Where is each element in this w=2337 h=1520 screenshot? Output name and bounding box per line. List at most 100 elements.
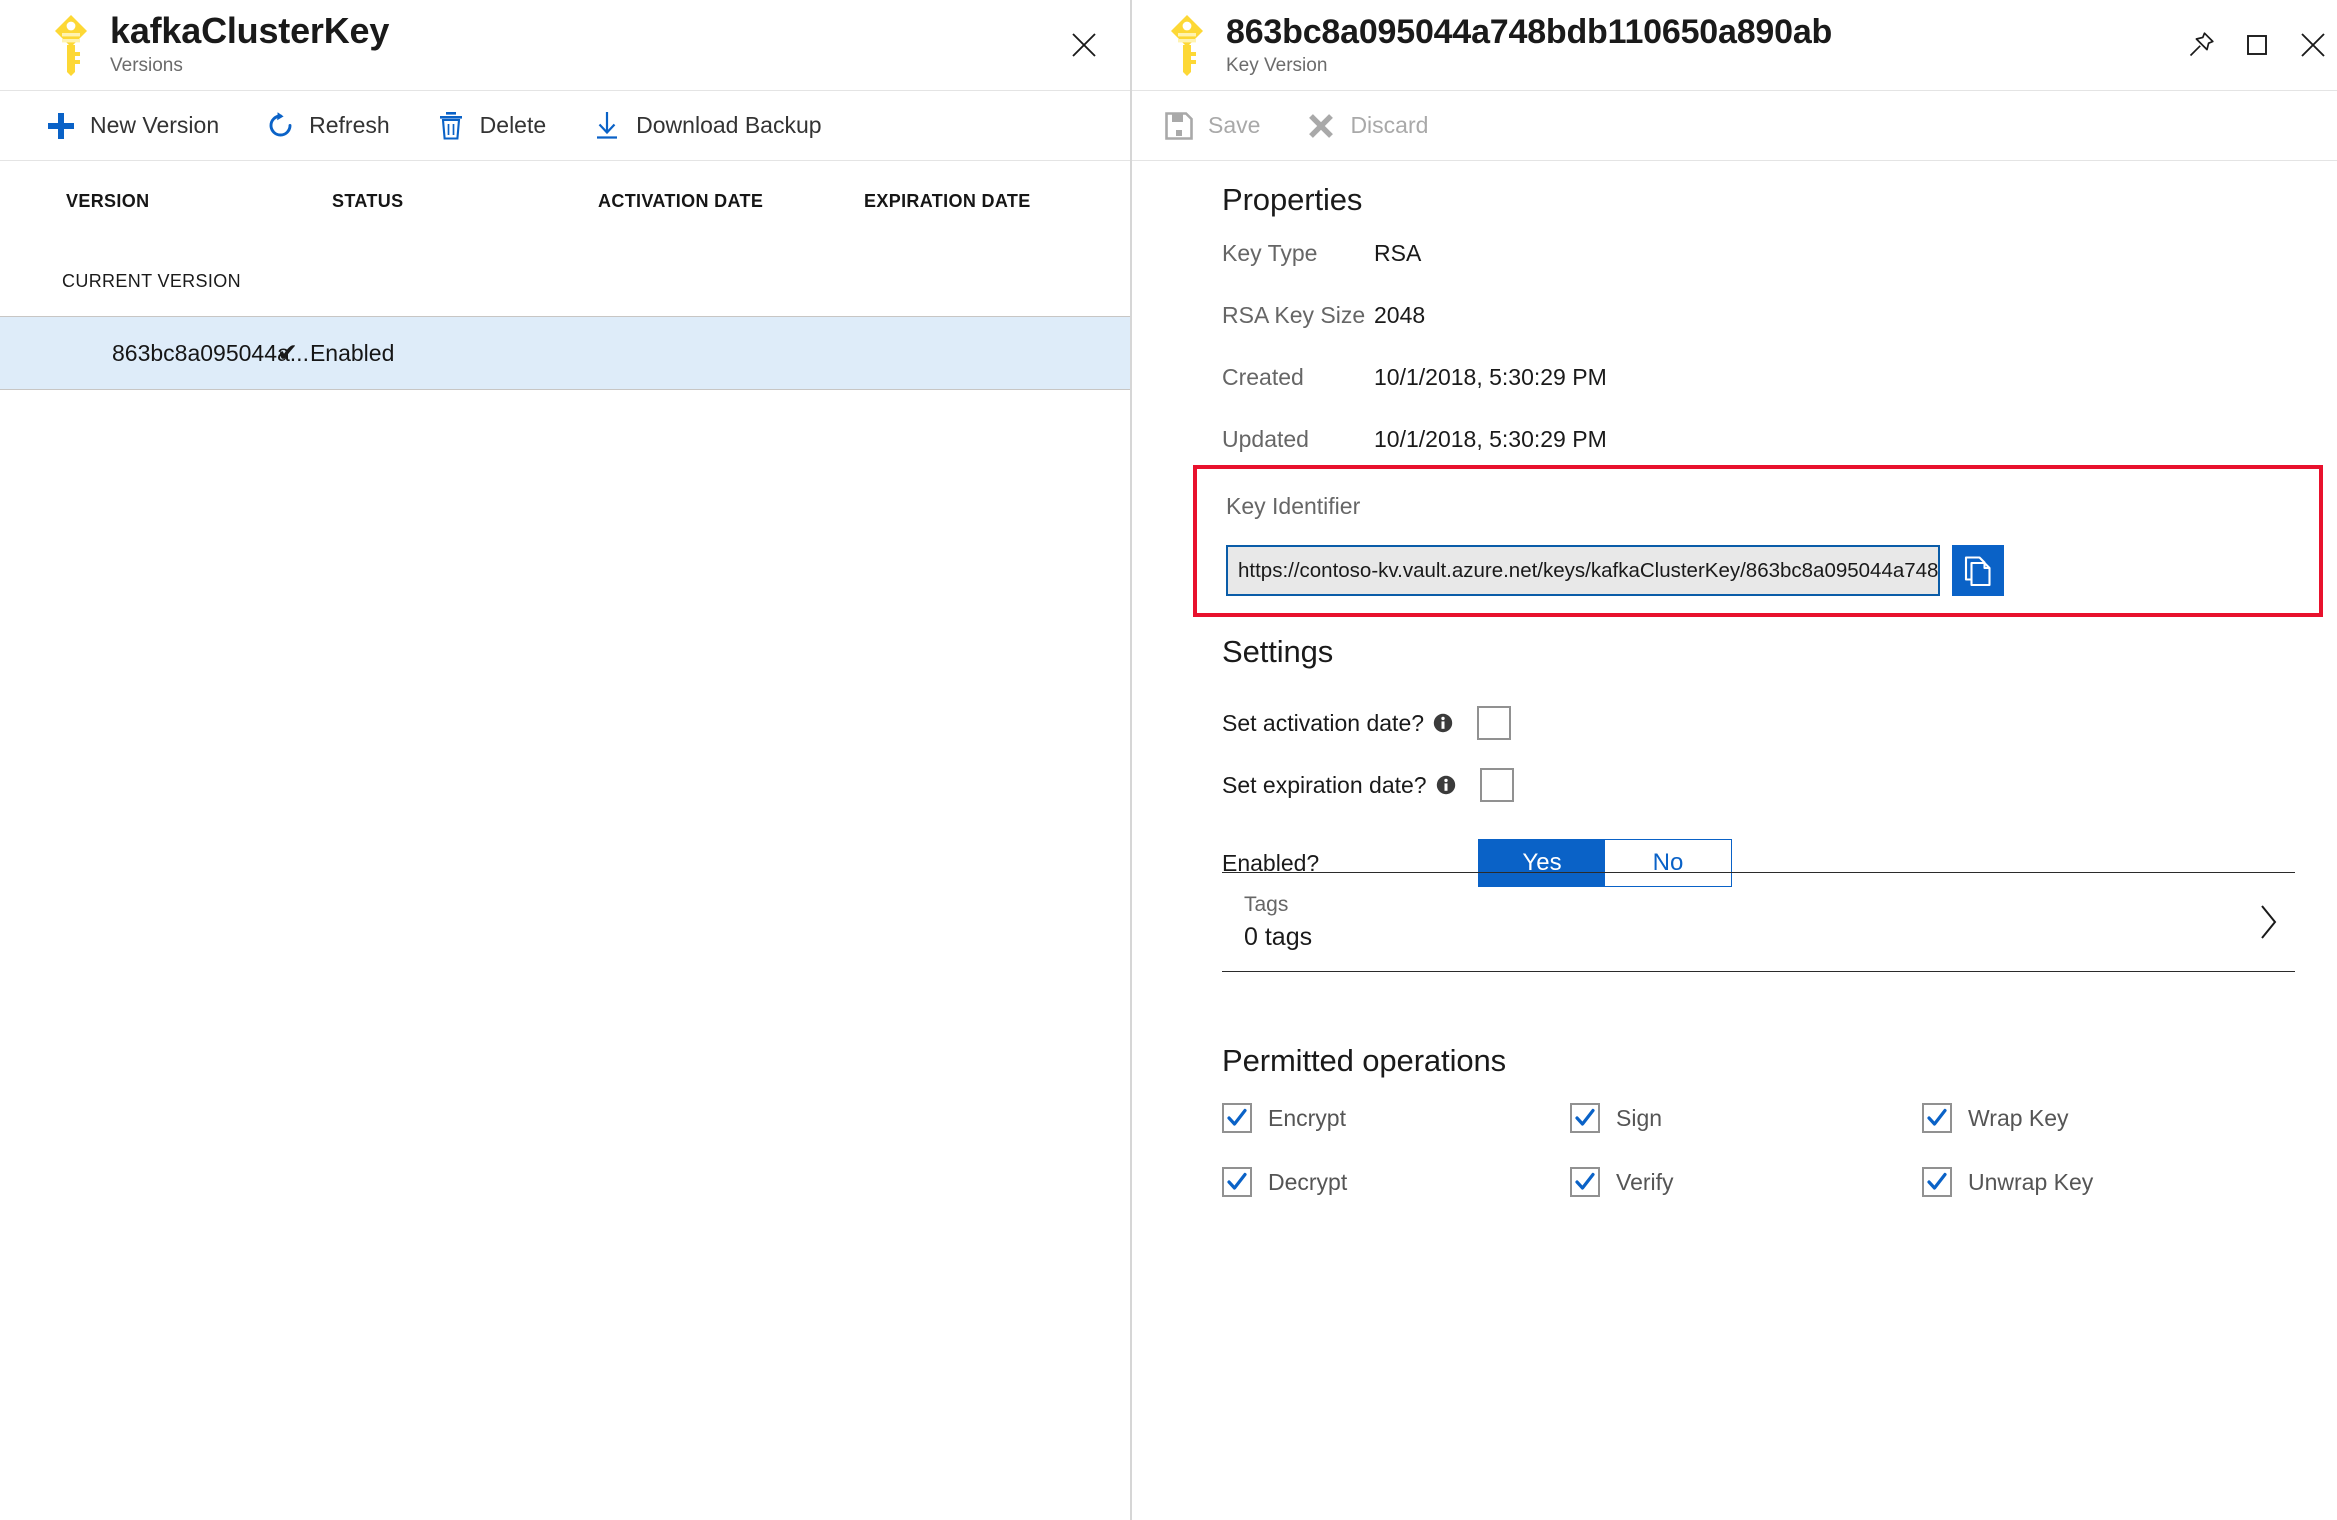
- table-row-status: ✔ Enabled: [277, 340, 394, 367]
- table-row-status-label: Enabled: [309, 339, 395, 366]
- permitted-operation-label: Wrap Key: [1968, 1104, 2069, 1131]
- pin-button[interactable]: [2178, 22, 2224, 68]
- table-row[interactable]: 863bc8a095044a... ✔ Enabled: [0, 316, 1130, 390]
- checkbox-checked-icon[interactable]: [1222, 1167, 1252, 1197]
- discard-icon: [1304, 112, 1338, 140]
- permitted-operation-sign[interactable]: Sign: [1570, 1103, 1922, 1133]
- permitted-operation-unwrap-key[interactable]: Unwrap Key: [1922, 1167, 2093, 1197]
- pin-icon: [2189, 32, 2214, 57]
- permitted-operation-label: Unwrap Key: [1968, 1168, 2094, 1195]
- trash-icon: [434, 111, 468, 140]
- property-value: 10/1/2018, 5:30:29 PM: [1374, 364, 1607, 390]
- save-button[interactable]: Save: [1162, 91, 1282, 160]
- delete-button[interactable]: Delete: [434, 91, 568, 160]
- checkbox-checked-icon[interactable]: [1570, 1167, 1600, 1197]
- versions-blade-header: kafkaClusterKey Versions: [0, 0, 1130, 91]
- copy-key-identifier-button[interactable]: [1952, 545, 2004, 596]
- download-backup-button[interactable]: Download Backup: [590, 91, 843, 160]
- delete-label: Delete: [479, 112, 547, 138]
- permitted-operation-label: Decrypt: [1268, 1168, 1348, 1195]
- setting-checkbox-activation-date[interactable]: [1477, 706, 1512, 740]
- info-icon[interactable]: [1436, 775, 1456, 795]
- property-label: RSA Key Size: [1222, 302, 1366, 328]
- tags-section[interactable]: Tags 0 tags: [1222, 872, 2295, 972]
- setting-label: Set expiration date?: [1222, 771, 1427, 798]
- chevron-right-icon[interactable]: [2249, 903, 2289, 941]
- key-icon: [48, 14, 94, 76]
- versions-table: VERSION STATUS ACTIVATION DATE EXPIRATIO…: [0, 161, 1130, 1520]
- close-icon: [1072, 33, 1096, 57]
- key-version-title: 863bc8a095044a748bdb110650a890ab: [1226, 13, 1833, 52]
- settings-heading: Settings: [1222, 634, 1334, 669]
- property-value: 10/1/2018, 5:30:29 PM: [1374, 426, 1607, 452]
- window-buttons: [2178, 22, 2336, 68]
- column-header-expiration-date[interactable]: EXPIRATION DATE: [864, 191, 1130, 223]
- permitted-operations-heading: Permitted operations: [1222, 1043, 1507, 1078]
- download-backup-label: Download Backup: [636, 112, 822, 138]
- key-version-command-bar: Save Discard: [1132, 91, 2337, 161]
- permitted-operation-decrypt[interactable]: Decrypt: [1222, 1167, 1570, 1197]
- refresh-button[interactable]: Refresh: [263, 91, 412, 160]
- column-header-status[interactable]: STATUS: [332, 191, 598, 223]
- save-label: Save: [1208, 112, 1261, 138]
- key-identifier-label: Key Identifier: [1226, 493, 1361, 519]
- properties-heading: Properties: [1222, 182, 1363, 217]
- discard-button[interactable]: Discard: [1304, 91, 1450, 160]
- versions-blade: kafkaClusterKey Versions New Version Ref…: [0, 0, 1132, 1520]
- checkbox-checked-icon[interactable]: [1570, 1103, 1600, 1133]
- azure-key-vault-screen: kafkaClusterKey Versions New Version Ref…: [0, 0, 2337, 1520]
- property-row-key-type: Key Type RSA: [1222, 240, 1607, 302]
- property-label: Created: [1222, 364, 1304, 390]
- key-identifier-highlight: Key Identifier https://contoso-kv.vault.…: [1193, 465, 2323, 617]
- column-header-activation-date[interactable]: ACTIVATION DATE: [598, 191, 864, 223]
- plus-icon: [44, 112, 78, 140]
- key-version-blade-header: 863bc8a095044a748bdb110650a890ab Key Ver…: [1132, 0, 2337, 91]
- close-blade-button[interactable]: [1062, 23, 1106, 67]
- tags-text: Tags 0 tags: [1244, 891, 2249, 954]
- table-row-version: 863bc8a095044a...: [112, 339, 309, 366]
- maximize-button[interactable]: [2234, 22, 2280, 68]
- key-version-title-group: 863bc8a095044a748bdb110650a890ab Key Ver…: [1226, 13, 1832, 76]
- permitted-operation-wrap-key[interactable]: Wrap Key: [1922, 1103, 2093, 1133]
- property-value: 2048: [1374, 302, 1426, 328]
- property-row-created: Created 10/1/2018, 5:30:29 PM: [1222, 364, 1607, 426]
- permitted-operations-section: Permitted operations Encrypt Sign Wrap K…: [1222, 1043, 2093, 1197]
- close-button[interactable]: [2290, 22, 2336, 68]
- info-icon[interactable]: [1433, 713, 1453, 733]
- permitted-operation-encrypt[interactable]: Encrypt: [1222, 1103, 1570, 1133]
- versions-title-group: kafkaClusterKey Versions: [110, 10, 389, 79]
- permitted-operation-label: Sign: [1616, 1104, 1663, 1131]
- current-version-group-label: CURRENT VERSION: [62, 271, 241, 291]
- key-identifier-input[interactable]: https://contoso-kv.vault.azure.net/keys/…: [1226, 545, 1940, 596]
- versions-table-header: VERSION STATUS ACTIVATION DATE EXPIRATIO…: [0, 161, 1130, 223]
- column-header-version[interactable]: VERSION: [66, 191, 332, 223]
- properties-list: Key Type RSA RSA Key Size 2048 Created 1…: [1222, 240, 1607, 488]
- settings-section: Settings Set activation date? Set expira…: [1222, 634, 1732, 900]
- versions-command-bar: New Version Refresh Delete Download Back…: [0, 91, 1130, 161]
- property-row-rsa-key-size: RSA Key Size 2048: [1222, 302, 1607, 364]
- setting-row-expiration-date: Set expiration date?: [1222, 754, 1732, 816]
- setting-row-activation-date: Set activation date?: [1222, 692, 1732, 754]
- page-subtitle: Versions: [110, 55, 183, 77]
- setting-checkbox-expiration-date[interactable]: [1479, 768, 1514, 802]
- property-label: Updated: [1222, 426, 1309, 452]
- key-identifier-field-row: https://contoso-kv.vault.azure.net/keys/…: [1226, 545, 2004, 596]
- property-value: RSA: [1374, 240, 1422, 266]
- checkbox-checked-icon[interactable]: [1922, 1167, 1952, 1197]
- checkbox-checked-icon[interactable]: [1922, 1103, 1952, 1133]
- new-version-button[interactable]: New Version: [44, 91, 241, 160]
- close-icon: [2301, 33, 2325, 57]
- maximize-icon: [2247, 35, 2267, 55]
- checkbox-checked-icon[interactable]: [1222, 1103, 1252, 1133]
- property-label: Key Type: [1222, 240, 1318, 266]
- key-version-subtitle: Key Version: [1226, 54, 1328, 76]
- properties-section: Properties Key Type RSA RSA Key Size 204…: [1222, 182, 1607, 488]
- refresh-icon: [263, 111, 297, 140]
- permitted-operation-verify[interactable]: Verify: [1570, 1167, 1922, 1197]
- refresh-label: Refresh: [309, 112, 390, 138]
- copy-icon: [1964, 555, 1991, 586]
- permitted-operation-label: Verify: [1616, 1168, 1674, 1195]
- permitted-operation-label: Encrypt: [1268, 1104, 1346, 1131]
- tags-label: Tags: [1244, 892, 1289, 916]
- discard-label: Discard: [1350, 112, 1429, 138]
